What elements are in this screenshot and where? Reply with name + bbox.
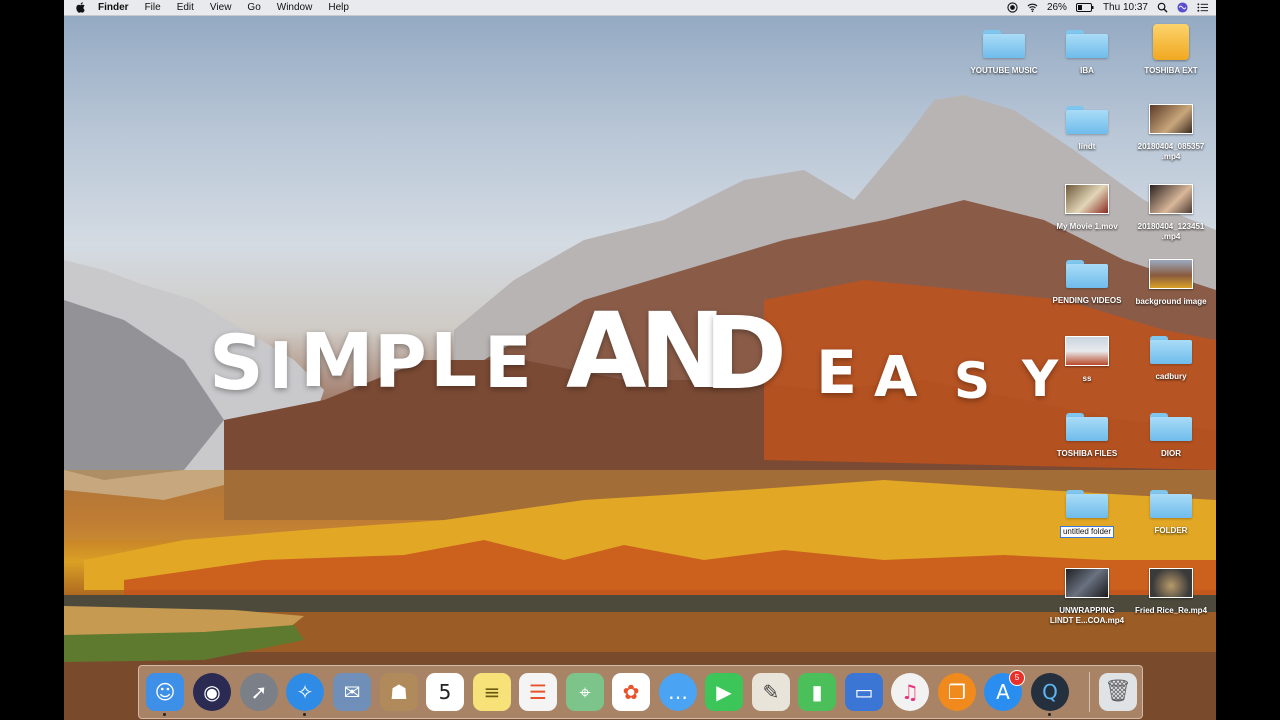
menu-go[interactable]: Go	[239, 2, 268, 13]
notes-icon[interactable]: ≡	[473, 673, 511, 711]
safari-icon[interactable]: ✧	[286, 673, 324, 711]
desktop-folder-lindt[interactable]: lindt	[1047, 106, 1127, 152]
desktop-folder-pending-videos[interactable]: PENDING VIDEOS	[1047, 260, 1127, 306]
finder-icon[interactable]: ☺	[146, 673, 184, 711]
desktop-drive-toshiba-ext[interactable]: TOSHIBA EXT	[1131, 24, 1211, 76]
image-thumbnail-icon	[1065, 336, 1109, 366]
menu-view[interactable]: View	[202, 2, 240, 13]
desktop-folder-iba[interactable]: IBA	[1047, 30, 1127, 76]
facetime-icon[interactable]: ▶	[705, 673, 743, 711]
folder-icon	[1066, 30, 1108, 58]
desktop-video-20180404-123451[interactable]: 20180404_123451 .mp4	[1131, 184, 1211, 242]
itunes-icon[interactable]: ♫	[891, 673, 929, 711]
menu-file[interactable]: File	[137, 2, 169, 13]
video-thumbnail-icon	[1065, 184, 1109, 214]
numbers-icon[interactable]: ▮	[798, 673, 836, 711]
desktop-folder-folder[interactable]: FOLDER	[1131, 490, 1211, 536]
folder-icon	[983, 30, 1025, 58]
menu-help[interactable]: Help	[320, 2, 357, 13]
contacts-icon[interactable]: ☗	[380, 673, 418, 711]
dock-separator	[1089, 672, 1090, 712]
ibooks-icon[interactable]: ❐	[938, 673, 976, 711]
desktop-video-unwrapping-lindt[interactable]: UNWRAPPING LINDT E...COA.mp4	[1047, 568, 1127, 626]
folder-icon	[1066, 106, 1108, 134]
calendar-icon[interactable]: 5	[426, 673, 464, 711]
reminders-icon[interactable]: ☰	[519, 673, 557, 711]
desktop-folder-youtube-music[interactable]: YOUTUBE MUSIC	[964, 30, 1044, 76]
folder-icon	[1066, 490, 1108, 518]
video-thumbnail-icon	[1065, 568, 1109, 598]
desktop-folder-cadbury[interactable]: cadbury	[1131, 336, 1211, 382]
spotlight-search-icon[interactable]	[1157, 2, 1168, 13]
maps-icon[interactable]: ⌖	[566, 673, 604, 711]
wifi-icon[interactable]	[1027, 2, 1038, 13]
running-indicator	[1048, 713, 1051, 716]
photos-icon[interactable]: ✿	[612, 673, 650, 711]
status-area: 26% Thu 10:37	[1007, 0, 1208, 15]
notification-badge: 5	[1009, 670, 1025, 686]
trash-icon[interactable]: 🗑	[1099, 673, 1137, 711]
launchpad-icon[interactable]: ➚	[240, 673, 278, 711]
running-indicator	[303, 713, 306, 716]
battery-icon[interactable]	[1075, 3, 1094, 12]
dock: ☺ ◉ ➚ ✧ ✉ ☗ 5 ≡ ☰ ⌖ ✿ … ▶ ✎ ▮ ▭ ♫ ❐ A 5 …	[138, 665, 1143, 719]
desktop-image-background[interactable]: background image	[1131, 259, 1211, 307]
rename-field[interactable]: untitled folder	[1059, 526, 1115, 538]
screen-record-icon[interactable]	[1007, 2, 1018, 13]
desktop[interactable]: Finder File Edit View Go Window Help 26%…	[64, 0, 1216, 720]
notification-center-icon[interactable]	[1197, 2, 1208, 13]
siri-icon[interactable]: ◉	[193, 673, 231, 711]
clock[interactable]: Thu 10:37	[1103, 2, 1148, 13]
external-drive-icon	[1153, 24, 1189, 60]
mail-stamp-icon[interactable]: ✉	[333, 673, 371, 711]
quicktime-icon[interactable]: Q	[1031, 673, 1069, 711]
video-thumbnail-icon	[1149, 184, 1193, 214]
desktop-video-20180404-085357[interactable]: 20180404_085357 .mp4	[1131, 104, 1211, 162]
desktop-folder-untitled[interactable]: untitled folder	[1047, 490, 1127, 539]
folder-icon	[1066, 413, 1108, 441]
menu-window[interactable]: Window	[269, 2, 321, 13]
desktop-video-my-movie[interactable]: My Movie 1.mov	[1047, 184, 1127, 232]
battery-percent[interactable]: 26%	[1047, 2, 1067, 13]
menu-app-name[interactable]: Finder	[90, 2, 137, 13]
desktop-folder-dior[interactable]: DIOR	[1131, 413, 1211, 459]
desktop-video-fried-rice[interactable]: Fried Rice_Re.mp4	[1131, 568, 1211, 616]
apple-menu-icon[interactable]	[75, 2, 86, 13]
desktop-folder-toshiba-files[interactable]: TOSHIBA FILES	[1047, 413, 1127, 459]
preview-icon[interactable]: ✎	[752, 673, 790, 711]
app-store-icon[interactable]: A 5	[984, 670, 1025, 711]
video-thumbnail-icon	[1149, 568, 1193, 598]
siri-menu-icon[interactable]	[1177, 2, 1188, 13]
image-thumbnail-icon	[1149, 259, 1193, 289]
video-thumbnail-icon	[1149, 104, 1193, 134]
running-indicator	[163, 713, 166, 716]
desktop-image-ss[interactable]: ss	[1047, 336, 1127, 384]
messages-icon[interactable]: …	[659, 673, 697, 711]
wallpaper	[64, 95, 1216, 720]
folder-icon	[1150, 490, 1192, 518]
menu-edit[interactable]: Edit	[169, 2, 202, 13]
folder-icon	[1150, 336, 1192, 364]
menu-bar: Finder File Edit View Go Window Help 26%…	[64, 0, 1216, 16]
folder-icon	[1150, 413, 1192, 441]
folder-icon	[1066, 260, 1108, 288]
keynote-icon[interactable]: ▭	[845, 673, 883, 711]
